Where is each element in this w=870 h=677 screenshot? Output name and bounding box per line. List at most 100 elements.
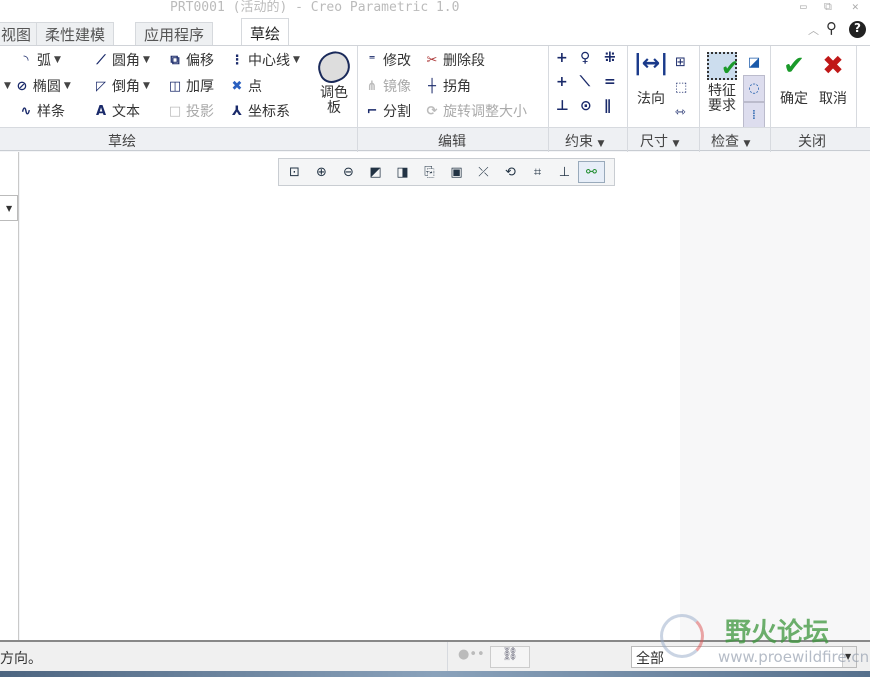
- group-divider: [357, 46, 358, 128]
- centerline-button[interactable]: ⋮ 中心线 ▼: [229, 50, 300, 70]
- right-panel: [680, 152, 870, 640]
- group-divider: [699, 46, 700, 128]
- dimension-display-icon[interactable]: ⌗: [524, 161, 551, 183]
- title-bar: PRT0001 (活动的) - Creo Parametric 1.0 ▭ ⧉ …: [0, 0, 870, 18]
- status-divider: [447, 642, 448, 671]
- vertex-display-icon[interactable]: ⚯: [578, 161, 605, 183]
- feature-requirements-icon: ✔: [707, 52, 739, 81]
- dimension-icons: ⊞ ⬚ ⇿: [675, 50, 687, 125]
- shade-closed-loops-icon[interactable]: ◪: [743, 50, 765, 75]
- close-window-button[interactable]: ✕: [852, 0, 859, 13]
- tab-applications[interactable]: 应用程序: [135, 22, 214, 45]
- ok-button[interactable]: ✔ 确定: [776, 52, 812, 108]
- group-divider: [627, 46, 628, 128]
- chamfer-button[interactable]: ◸ 倒角 ▼: [93, 76, 150, 96]
- equal-constraint-icon[interactable]: =: [604, 74, 628, 90]
- group-label-constrain[interactable]: 约束 ▼: [565, 131, 604, 151]
- group-divider: [770, 128, 771, 152]
- offset-icon: ⧉: [170, 52, 180, 68]
- inspect-icons: ◪ ◌ ⁞: [743, 50, 765, 129]
- selection-filter-select[interactable]: 全部 ▼: [631, 646, 857, 668]
- sketch-view-icon[interactable]: ⟲: [497, 161, 524, 183]
- datum-display-icon[interactable]: ⤫: [470, 161, 497, 183]
- ribbon-group-labels: 草绘 编辑 约束 ▼ 尺寸 ▼ 检查 ▼ 关闭: [0, 127, 870, 152]
- graphics-canvas[interactable]: [20, 152, 680, 640]
- symmetric-constraint-icon[interactable]: ⊙: [580, 98, 604, 114]
- minimize-ribbon-icon[interactable]: ︿: [808, 22, 819, 38]
- reference-icon[interactable]: ⬚: [675, 75, 687, 100]
- ellipse-button[interactable]: ▼ ⊘ 椭圆 ▼: [4, 76, 71, 96]
- progress-indicator-icon: ●••: [458, 647, 485, 662]
- project-button[interactable]: □ 投影: [167, 101, 214, 121]
- chevron-down-icon[interactable]: ▼: [842, 647, 856, 667]
- group-label-inspect[interactable]: 检查 ▼: [711, 131, 750, 151]
- text-button[interactable]: A 文本: [93, 101, 140, 121]
- cancel-button[interactable]: ✖ 取消: [815, 52, 851, 108]
- feature-requirements-button[interactable]: ✔ 特征要求: [704, 52, 740, 114]
- mirror-button[interactable]: ⋔ 镜像: [364, 76, 411, 96]
- group-label-close: 关闭: [798, 134, 826, 150]
- divide-button[interactable]: ⌐ 分割: [364, 101, 411, 121]
- group-divider: [627, 128, 628, 152]
- vertical-constraint-icon[interactable]: +: [556, 50, 580, 66]
- saved-views-icon[interactable]: ⎘: [416, 161, 443, 183]
- arc-button[interactable]: ◝ 弧 ▼: [4, 50, 60, 70]
- view-manager-icon[interactable]: ▣: [443, 161, 470, 183]
- spline-button[interactable]: ∿ 样条: [18, 101, 65, 121]
- offset-button[interactable]: ⧉ 偏移: [167, 50, 214, 70]
- baseline-icon[interactable]: ⇿: [675, 100, 687, 125]
- find-binoculars-button[interactable]: ⛓: [490, 646, 530, 668]
- centerline-icon: ⋮: [230, 52, 244, 68]
- tab-flexible-modeling[interactable]: 柔性建模: [36, 22, 115, 45]
- status-message: 方向。: [0, 651, 42, 667]
- csys-button[interactable]: ⅄ 坐标系: [229, 101, 290, 121]
- cancel-x-icon: ✖: [822, 51, 844, 81]
- palette-icon: [313, 47, 355, 87]
- rotate-resize-button[interactable]: ⟳ 旋转调整大小: [424, 101, 527, 121]
- display-style-icon[interactable]: ◨: [389, 161, 416, 183]
- perimeter-icon[interactable]: ⊞: [675, 50, 687, 75]
- chamfer-icon: ◸: [96, 78, 106, 94]
- perpendicular-constraint-icon[interactable]: ⊥: [556, 98, 580, 114]
- delete-segment-button[interactable]: ✂ 删除段: [424, 50, 485, 70]
- overlapping-geometry-icon[interactable]: ⁞: [743, 102, 765, 129]
- zoom-out-icon[interactable]: ⊖: [335, 161, 362, 183]
- zoom-in-icon[interactable]: ⊕: [308, 161, 335, 183]
- modify-button[interactable]: ⁼ 修改: [364, 50, 411, 70]
- model-tree-panel: ▼: [0, 152, 19, 640]
- help-icon[interactable]: ?: [849, 21, 866, 38]
- midpoint-constraint-icon[interactable]: ⁜: [604, 50, 628, 66]
- constraint-grid: + ♀ ⁜ + ⟍ = ⊥ ⊙ ∥: [556, 50, 628, 114]
- group-label-dimension[interactable]: 尺寸 ▼: [640, 131, 679, 151]
- tab-view[interactable]: 视图: [0, 22, 41, 45]
- normal-dimension-button[interactable]: |↔| 法向: [633, 52, 669, 108]
- dimension-arrow-icon: |↔|: [633, 51, 669, 76]
- corner-button[interactable]: ┼ 拐角: [424, 76, 471, 96]
- minimize-button[interactable]: ▭: [800, 0, 807, 13]
- coincident-constraint-icon[interactable]: ⟍: [580, 74, 604, 90]
- group-divider: [548, 128, 549, 152]
- taskbar: [0, 671, 870, 677]
- rotate-resize-icon: ⟳: [426, 103, 438, 119]
- tab-sketch[interactable]: 草绘: [241, 18, 290, 46]
- repaint-icon[interactable]: ◩: [362, 161, 389, 183]
- corner-icon: ┼: [428, 78, 436, 94]
- parallel-constraint-icon[interactable]: ∥: [604, 98, 628, 114]
- thicken-button[interactable]: ◫ 加厚: [167, 76, 214, 96]
- restore-button[interactable]: ⧉: [824, 0, 832, 14]
- highlight-open-ends-icon[interactable]: ◌: [743, 75, 765, 102]
- tangent-constraint-icon[interactable]: ♀: [580, 50, 604, 66]
- arc-icon: ◝: [23, 52, 29, 68]
- graphics-toolbar: ⊡ ⊕ ⊖ ◩ ◨ ⎘ ▣ ⤫ ⟲ ⌗ ⊥ ⚯: [278, 158, 615, 186]
- point-button[interactable]: ✖ 点: [229, 76, 262, 96]
- constraint-display-icon[interactable]: ⊥: [551, 161, 578, 183]
- delete-segment-icon: ✂: [426, 52, 438, 68]
- fillet-button[interactable]: ⟋ 圆角 ▼: [93, 50, 149, 70]
- panel-dropdown[interactable]: ▼: [0, 195, 18, 221]
- search-icon[interactable]: ⚲: [826, 19, 837, 37]
- ellipse-icon: ⊘: [16, 78, 28, 94]
- refit-icon[interactable]: ⊡: [281, 161, 308, 183]
- palette-button[interactable]: 调色板: [313, 47, 355, 116]
- horizontal-constraint-icon[interactable]: +: [556, 74, 580, 90]
- status-bar: 方向。 ●•• ⛓ 全部 ▼: [0, 640, 870, 671]
